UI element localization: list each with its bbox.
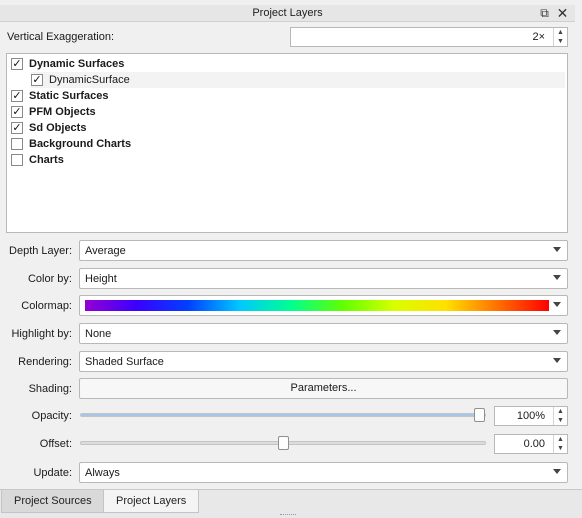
opacity-slider-fill (81, 414, 480, 416)
spin-down-icon[interactable]: ▼ (554, 416, 567, 425)
highlight-by-label: Highlight by: (11, 328, 72, 340)
offset-slider-handle[interactable] (278, 436, 289, 450)
project-layers-panel: Project Layers ⧉ ✕ Vertical Exaggeration… (0, 0, 582, 518)
opacity-label: Opacity: (31, 410, 72, 422)
rendering-label: Rendering: (18, 356, 72, 368)
layer-label: Charts (29, 154, 64, 166)
update-value: Always (85, 467, 120, 479)
close-icon[interactable]: ✕ (554, 5, 571, 22)
spin-arrows[interactable]: ▲ ▼ (553, 407, 567, 425)
opacity-slider-handle[interactable] (474, 408, 485, 422)
spin-up-icon[interactable]: ▲ (554, 407, 567, 416)
spin-up-icon[interactable]: ▲ (554, 28, 567, 37)
vertical-exaggeration-spinbox[interactable]: 2× ▲ ▼ (290, 27, 568, 47)
layer-checkbox[interactable]: ✓ (31, 74, 43, 86)
chevron-down-icon (553, 302, 561, 307)
layer-checkbox[interactable]: ✓ (11, 90, 23, 102)
resize-grip[interactable] (280, 514, 296, 516)
layer-label: PFM Objects (29, 106, 96, 118)
spin-up-icon[interactable]: ▲ (554, 435, 567, 444)
shading-label: Shading: (28, 383, 72, 395)
layer-label: DynamicSurface (49, 74, 130, 86)
opacity-spinbox[interactable]: 100% ▲ ▼ (494, 406, 568, 426)
update-combo[interactable]: Always (79, 462, 568, 483)
opacity-slider[interactable] (80, 408, 486, 422)
chevron-down-icon (553, 330, 561, 335)
layer-label: Dynamic Surfaces (29, 58, 125, 70)
spin-arrows[interactable]: ▲ ▼ (553, 435, 567, 453)
highlight-by-value: None (85, 328, 112, 340)
offset-value: 0.00 (523, 438, 545, 450)
layer-checkbox[interactable]: ✓ (11, 106, 23, 118)
offset-slider[interactable] (80, 436, 486, 450)
depth-layer-combo[interactable]: Average (79, 240, 568, 261)
float-window-icon[interactable]: ⧉ (536, 5, 553, 22)
chevron-down-icon (553, 275, 561, 280)
layer-tree[interactable]: ✓ Dynamic Surfaces ✓ DynamicSurface ✓ St… (6, 53, 568, 233)
color-by-value: Height (85, 273, 117, 285)
rendering-value: Shaded Surface (85, 356, 164, 368)
tab-project-layers[interactable]: Project Layers (103, 490, 200, 513)
layer-item-dynamic-surfaces[interactable]: ✓ Dynamic Surfaces (11, 56, 124, 72)
chevron-down-icon (553, 469, 561, 474)
tab-project-sources[interactable]: Project Sources (1, 490, 105, 513)
layer-item-static-surfaces[interactable]: ✓ Static Surfaces (11, 88, 108, 104)
layer-item-sd-objects[interactable]: ✓ Sd Objects (11, 120, 86, 136)
color-by-label: Color by: (27, 273, 72, 285)
colormap-label: Colormap: (21, 300, 72, 312)
depth-layer-label: Depth Layer: (9, 245, 72, 257)
colormap-gradient (85, 300, 549, 311)
offset-label: Offset: (39, 438, 72, 450)
update-label: Update: (33, 467, 72, 479)
highlight-by-combo[interactable]: None (79, 323, 568, 344)
layer-label: Static Surfaces (29, 90, 109, 102)
spin-down-icon[interactable]: ▼ (554, 444, 567, 453)
layer-label: Sd Objects (29, 122, 87, 134)
layer-checkbox[interactable] (11, 154, 23, 166)
layer-item-charts[interactable]: Charts (11, 152, 64, 168)
layer-item-dynamicsurface[interactable]: ✓ DynamicSurface (31, 72, 565, 88)
chevron-down-icon (553, 358, 561, 363)
spin-down-icon[interactable]: ▼ (554, 37, 567, 46)
offset-spinbox[interactable]: 0.00 ▲ ▼ (494, 434, 568, 454)
depth-layer-value: Average (85, 245, 126, 257)
spin-arrows[interactable]: ▲ ▼ (553, 28, 567, 46)
layer-checkbox[interactable]: ✓ (11, 122, 23, 134)
layer-item-background-charts[interactable]: Background Charts (11, 136, 131, 152)
layer-label: Background Charts (29, 138, 132, 150)
layer-item-pfm-objects[interactable]: ✓ PFM Objects (11, 104, 96, 120)
chevron-down-icon (553, 247, 561, 252)
shading-parameters-button[interactable]: Parameters... (79, 378, 568, 399)
color-by-combo[interactable]: Height (79, 268, 568, 289)
offset-slider-fill (81, 442, 284, 444)
colormap-combo[interactable] (79, 295, 568, 316)
rendering-combo[interactable]: Shaded Surface (79, 351, 568, 372)
panel-titlebar: Project Layers ⧉ ✕ (0, 5, 575, 22)
vertical-exaggeration-value: 2× (532, 31, 545, 43)
vertical-exaggeration-label: Vertical Exaggeration: (7, 31, 115, 43)
layer-checkbox[interactable] (11, 138, 23, 150)
opacity-value: 100% (516, 410, 545, 422)
panel-title: Project Layers (252, 7, 323, 19)
layer-checkbox[interactable]: ✓ (11, 58, 23, 70)
